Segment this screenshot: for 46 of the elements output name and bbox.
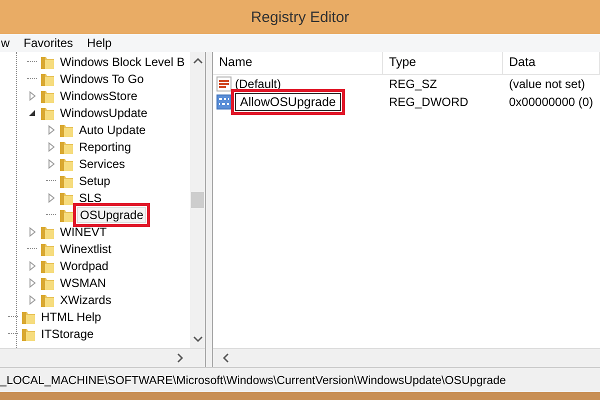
scroll-up-icon[interactable] (192, 56, 202, 66)
collapsed-arrow-icon[interactable] (27, 294, 37, 304)
collapsed-arrow-icon[interactable] (27, 260, 37, 270)
tree-item[interactable]: Setup (77, 174, 112, 188)
collapsed-arrow-icon[interactable] (27, 226, 37, 236)
scroll-left-icon[interactable] (221, 353, 231, 363)
tree-item[interactable]: Windows To Go (58, 72, 146, 86)
tree-item[interactable]: SLS (77, 190, 104, 204)
value-type: REG_DWORD (388, 95, 470, 109)
tree-item[interactable]: Winextlist (58, 242, 114, 256)
value-data: (value not set) (508, 77, 586, 91)
collapsed-arrow-icon[interactable] (46, 192, 56, 202)
collapsed-arrow-icon[interactable] (46, 158, 56, 168)
column-header[interactable]: Type (383, 52, 503, 74)
value-name: (Default) (235, 77, 282, 91)
tree-item[interactable]: WindowsUpdate (58, 106, 150, 120)
tree-item[interactable]: Services (77, 156, 128, 170)
tree-item[interactable]: HTML Help (39, 310, 104, 324)
horizontal-scrollbar[interactable] (0, 348, 205, 367)
horizontal-scrollbar[interactable] (213, 348, 600, 367)
tree-item[interactable]: WindowsStore (58, 88, 140, 102)
scroll-right-icon[interactable] (175, 353, 185, 363)
tree-item[interactable]: XWizards (58, 292, 114, 306)
tree-item[interactable]: Reporting (77, 140, 134, 154)
column-header[interactable]: Name (213, 52, 383, 74)
scroll-down-icon[interactable] (192, 334, 202, 344)
collapsed-arrow-icon[interactable] (46, 142, 56, 152)
menu-item[interactable]: w (0, 36, 11, 50)
value-data: 0x00000000 (0) (508, 95, 594, 109)
tree-item[interactable]: Auto Update (77, 122, 148, 136)
tree-item[interactable]: WSMAN (58, 276, 108, 290)
window-title: Registry Editor (0, 0, 600, 34)
expanded-arrow-icon[interactable] (27, 108, 37, 118)
tree-item[interactable]: Wordpad (58, 258, 110, 272)
column-header[interactable]: Data (503, 52, 600, 74)
vertical-scrollbar[interactable] (190, 52, 205, 348)
scrollbar-thumb[interactable] (191, 192, 204, 208)
tree-item[interactable]: WINEVT (58, 224, 109, 238)
collapsed-arrow-icon[interactable] (27, 278, 37, 288)
menu-item[interactable]: Help (86, 36, 113, 50)
tree-item[interactable]: Windows Block Level B (58, 54, 187, 68)
menu-item[interactable]: Favorites (22, 36, 74, 50)
value-type: REG_SZ (388, 77, 438, 91)
collapsed-arrow-icon[interactable] (27, 90, 37, 100)
tree-item[interactable]: ITStorage (39, 326, 96, 340)
collapsed-arrow-icon[interactable] (46, 124, 56, 134)
